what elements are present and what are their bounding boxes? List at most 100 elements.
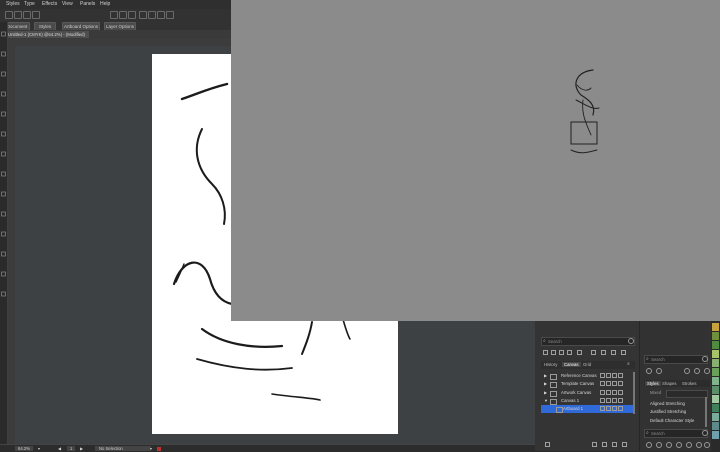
delete-icon[interactable] xyxy=(622,442,627,447)
duplicate-icon[interactable] xyxy=(602,442,607,447)
row-actions[interactable] xyxy=(600,398,628,404)
search-icon: ⌕ xyxy=(646,356,649,362)
sync-icon[interactable] xyxy=(656,368,662,374)
more-icon[interactable] xyxy=(704,368,710,374)
unlink-icon[interactable] xyxy=(676,442,682,448)
tree-row-reference-canvas[interactable]: ▶ Reference Canvas xyxy=(541,372,633,380)
panel-scrollbar[interactable] xyxy=(633,372,635,414)
style-item[interactable]: Justified Stretching xyxy=(650,409,704,414)
layers-icon[interactable] xyxy=(543,350,548,355)
color-swatch[interactable] xyxy=(712,350,719,358)
tree-row-artboard-1[interactable]: Artboard 1 xyxy=(541,405,633,413)
tree-row-template-canvas[interactable]: ▶ Template Canvas xyxy=(541,380,633,388)
delete-icon[interactable] xyxy=(621,350,626,355)
layers-icon[interactable] xyxy=(545,442,550,447)
distribute-icon[interactable] xyxy=(139,11,147,19)
brush-icon[interactable] xyxy=(646,442,652,448)
row-actions[interactable] xyxy=(600,373,628,379)
control-buttons-row: Document Styles Artboard Options Layer O… xyxy=(0,22,232,31)
mask-icon[interactable] xyxy=(577,350,582,355)
delete-icon[interactable] xyxy=(704,442,710,448)
lock-icon[interactable] xyxy=(601,350,606,355)
document-tab[interactable]: Untitled-1 (CMYK) @64.2%) - (Modified) xyxy=(4,31,89,38)
color-swatch[interactable] xyxy=(712,341,719,349)
tab-styles[interactable]: Styles xyxy=(645,381,661,386)
menu-styles[interactable]: Styles xyxy=(6,1,20,7)
color-swatch[interactable] xyxy=(712,368,719,376)
group-icon[interactable] xyxy=(148,11,156,19)
style-item[interactable]: Aligned Stretching xyxy=(650,401,704,406)
expand-arrow-icon[interactable]: ▼ xyxy=(544,397,548,405)
row-actions[interactable] xyxy=(600,390,628,396)
zoom-field[interactable]: 64.2% xyxy=(15,446,33,451)
color-swatch[interactable] xyxy=(712,395,719,403)
clip-icon[interactable] xyxy=(567,350,572,355)
add-style-icon[interactable] xyxy=(694,368,700,374)
color-swatch[interactable] xyxy=(712,431,719,439)
color-swatch[interactable] xyxy=(712,422,719,430)
align-right-icon[interactable] xyxy=(128,11,136,19)
panel-menu-icon[interactable]: ≡ xyxy=(627,361,630,366)
menu-help[interactable]: Help xyxy=(100,1,110,7)
visibility-icon[interactable] xyxy=(611,350,616,355)
collapse-arrow-icon[interactable]: ▶ xyxy=(544,372,547,380)
color-swatch[interactable] xyxy=(712,323,719,331)
swap-icon[interactable] xyxy=(656,442,662,448)
styles-bottom-search-input[interactable]: Search xyxy=(644,429,708,438)
add-icon[interactable] xyxy=(612,442,617,447)
menu-type[interactable]: Type xyxy=(24,1,35,7)
zoom-dropdown-icon[interactable]: ▾ xyxy=(38,446,40,451)
tree-row-artwork-canvas[interactable]: ▶ Artwork Canvas xyxy=(541,389,633,397)
tree-row-canvas-1[interactable]: ▼ Canvas 1 xyxy=(541,397,633,405)
tab-strokes[interactable]: Strokes xyxy=(682,381,697,386)
menu-panels[interactable]: Panels xyxy=(80,1,95,7)
canvas-icon xyxy=(550,382,557,388)
link-icon[interactable] xyxy=(591,350,596,355)
align-left-icon[interactable] xyxy=(110,11,118,19)
selection-dropdown-icon[interactable]: ▾ xyxy=(150,446,152,451)
color-swatch[interactable] xyxy=(712,413,719,421)
styles-search-input[interactable]: Search xyxy=(644,355,708,364)
panel-settings-icon[interactable] xyxy=(702,430,708,436)
arrange-icon[interactable] xyxy=(166,11,174,19)
color-swatch[interactable] xyxy=(712,359,719,367)
color-swatch[interactable] xyxy=(712,404,719,412)
tab-shapes[interactable]: Shapes xyxy=(662,381,677,386)
filter-icon[interactable] xyxy=(551,350,556,355)
align-center-icon[interactable] xyxy=(119,11,127,19)
menu-view[interactable]: View xyxy=(62,1,73,7)
panel-settings-icon[interactable] xyxy=(628,338,634,344)
row-actions[interactable] xyxy=(600,381,628,387)
row-actions[interactable] xyxy=(600,406,628,412)
panel-settings-icon[interactable] xyxy=(702,356,708,362)
pen-icon[interactable] xyxy=(23,11,31,19)
tab-history[interactable]: History xyxy=(544,362,557,367)
styles-scrollbar[interactable] xyxy=(705,397,707,427)
menu-effects[interactable]: Effects xyxy=(42,1,57,7)
target-icon[interactable] xyxy=(559,350,564,355)
transform-icon[interactable] xyxy=(14,11,22,19)
select-tool-icon[interactable] xyxy=(5,11,13,19)
link-icon[interactable] xyxy=(666,442,672,448)
collapse-arrow-icon[interactable]: ▶ xyxy=(544,380,547,388)
ungroup-icon[interactable] xyxy=(157,11,165,19)
grid-icon[interactable] xyxy=(592,442,597,447)
collapse-arrow-icon[interactable]: ▶ xyxy=(544,389,547,397)
color-swatch[interactable] xyxy=(712,332,719,340)
refresh-icon[interactable] xyxy=(646,368,652,374)
color-swatch[interactable] xyxy=(712,377,719,385)
artboard-number-field[interactable]: 1 xyxy=(67,446,76,451)
tab-grid[interactable]: Grid xyxy=(583,362,591,367)
options-icon[interactable] xyxy=(684,368,690,374)
style-item[interactable]: Default Character Style xyxy=(650,418,704,423)
add-icon[interactable] xyxy=(696,442,702,448)
prev-artboard-icon[interactable]: ◀ xyxy=(58,446,61,451)
tab-canvas[interactable]: Canvas xyxy=(562,362,581,367)
color-swatch[interactable] xyxy=(712,386,719,394)
filter-dropdown[interactable] xyxy=(666,390,708,398)
shape-icon[interactable] xyxy=(32,11,40,19)
search-icon: ⌕ xyxy=(646,430,649,436)
next-artboard-icon[interactable]: ▶ xyxy=(80,446,83,451)
target-icon[interactable] xyxy=(686,442,692,448)
canvas-search-input[interactable]: Search xyxy=(541,337,635,346)
